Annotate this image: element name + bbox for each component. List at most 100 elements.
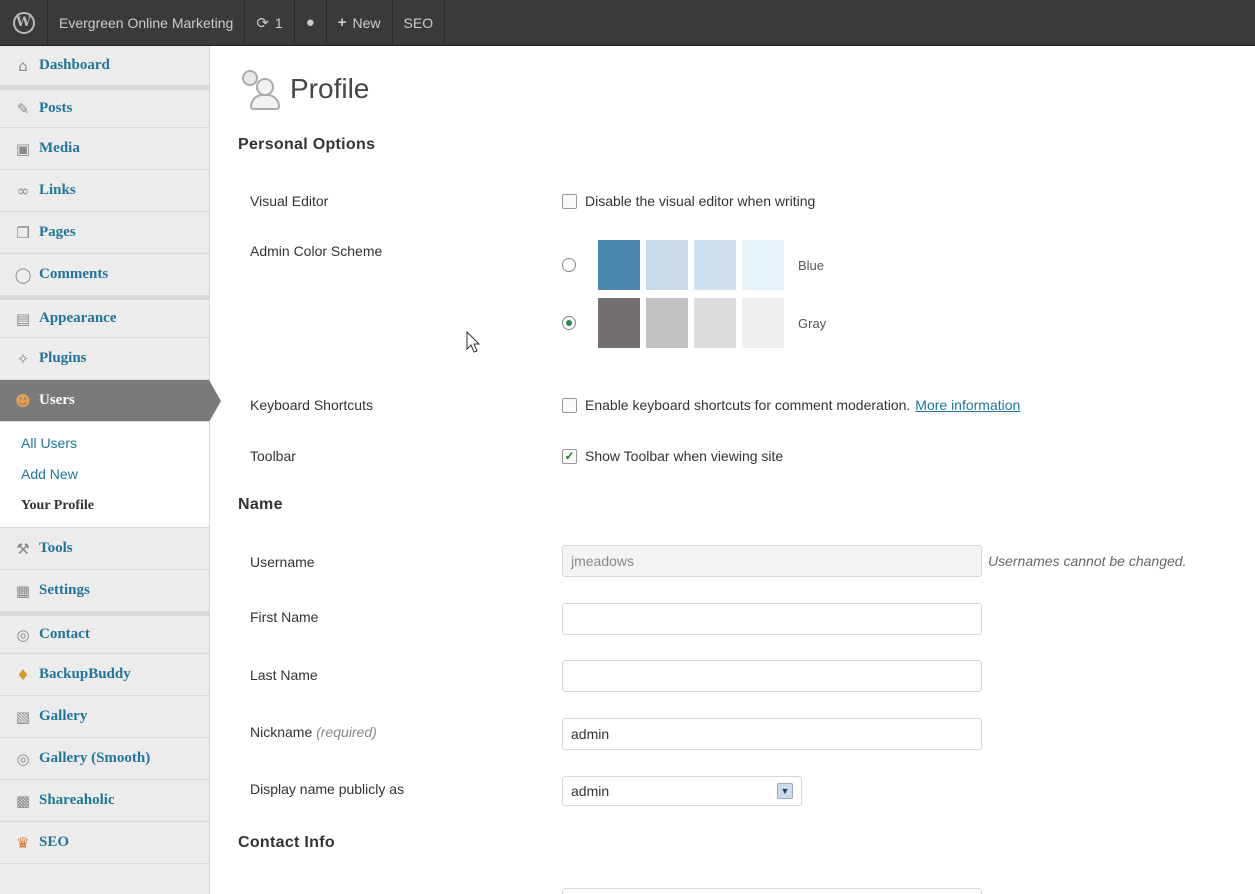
required-note: (required) [316, 724, 377, 740]
color-scheme-blue-row[interactable]: Blue [562, 240, 824, 290]
sidebar-item-links[interactable]: ∞ Links [0, 170, 209, 212]
toolbar-label: Toolbar [250, 448, 296, 464]
first-name-label: First Name [250, 609, 319, 625]
gray-swatch [742, 298, 784, 348]
gallery-smooth-icon: ◎ [16, 749, 30, 768]
username-field: jmeadows Usernames cannot be changed. [562, 545, 1186, 577]
settings-icon: ▦ [15, 581, 31, 600]
display-name-field: admin ▼ [562, 776, 802, 806]
sidebar-item-media[interactable]: ▣ Media [0, 128, 209, 170]
more-information-link[interactable]: More information [915, 397, 1020, 413]
email-input[interactable] [562, 888, 982, 894]
sidebar-item-seo[interactable]: ♛ SEO [0, 822, 209, 864]
profile-icon [238, 68, 280, 110]
pages-icon: ❐ [16, 223, 30, 242]
comment-bubble-icon: ● [305, 14, 315, 31]
sidebar-item-backupbuddy[interactable]: ♦ BackupBuddy [0, 654, 209, 696]
display-name-label: Display name publicly as [250, 781, 405, 797]
comments-button[interactable]: ● [295, 0, 327, 46]
sidebar-item-dashboard[interactable]: ⌂ Dashboard [0, 46, 209, 86]
sidebar-item-users[interactable]: ☻ Users [0, 380, 221, 422]
chevron-down-icon: ▼ [777, 783, 793, 799]
pin-icon: ✎ [16, 99, 30, 118]
sidebar-item-shareaholic[interactable]: ▩ Shareaholic [0, 780, 209, 822]
nickname-input[interactable]: admin [562, 718, 982, 750]
blue-swatch [598, 240, 640, 290]
admin-sidebar: ⌂ Dashboard ✎ Posts ▣ Media ∞ Links ❐ Pa… [0, 46, 221, 894]
gray-scheme-name: Gray [798, 315, 827, 331]
shareaholic-icon: ▩ [15, 791, 31, 810]
comment-icon: ◯ [14, 265, 32, 284]
nickname-field: admin [562, 718, 982, 750]
sidebar-item-contact[interactable]: ◎ Contact [0, 612, 209, 654]
sidebar-item-comments[interactable]: ◯ Comments [0, 254, 209, 296]
nickname-label: Nickname (required) [250, 724, 377, 740]
updates-button[interactable]: ⟳ 1 [245, 0, 295, 46]
new-content-button[interactable]: + New [327, 0, 393, 46]
seo-toolbar-button[interactable]: SEO [393, 0, 446, 46]
email-field [562, 888, 982, 894]
sidebar-item-settings[interactable]: ▦ Settings [0, 570, 209, 612]
sidebar-item-plugins[interactable]: ✧ Plugins [0, 338, 209, 380]
username-hint: Usernames cannot be changed. [988, 553, 1187, 569]
last-name-label: Last Name [250, 667, 318, 683]
sidebar-item-tools[interactable]: ⚒ Tools [0, 528, 209, 570]
toolbar-checkbox[interactable]: ✓ [562, 448, 577, 464]
appearance-icon: ▤ [15, 309, 31, 328]
blue-swatch [742, 240, 784, 290]
plus-icon: + [337, 14, 347, 31]
last-name-input[interactable] [562, 660, 982, 692]
sidebar-item-pages[interactable]: ❐ Pages [0, 212, 209, 254]
users-submenu: All Users Add New Your Profile [0, 422, 209, 528]
sidebar-item-posts[interactable]: ✎ Posts [0, 86, 209, 128]
name-heading: Name [238, 496, 283, 513]
submenu-your-profile[interactable]: Your Profile [0, 490, 209, 521]
blue-swatch [694, 240, 736, 290]
last-name-field [562, 660, 982, 692]
first-name-input[interactable] [562, 603, 982, 635]
username-label: Username [250, 554, 315, 570]
sidebar-item-gallery-smooth[interactable]: ◎ Gallery (Smooth) [0, 738, 209, 780]
color-scheme-label: Admin Color Scheme [250, 243, 383, 259]
page-title-area: Profile [238, 68, 369, 110]
media-icon: ▣ [15, 139, 31, 158]
gallery-icon: ▧ [15, 707, 31, 726]
personal-options-heading: Personal Options [238, 136, 376, 153]
username-input[interactable]: jmeadows [562, 545, 982, 577]
sidebar-item-gallery[interactable]: ▧ Gallery [0, 696, 209, 738]
site-name-link[interactable]: Evergreen Online Marketing [48, 0, 246, 46]
backupbuddy-icon: ♦ [16, 665, 30, 684]
toolbar-field: ✓ Show Toolbar when viewing site [562, 448, 783, 464]
wordpress-logo-icon[interactable]: W [0, 0, 48, 46]
keyboard-shortcuts-field: Enable keyboard shortcuts for comment mo… [562, 397, 1020, 413]
color-scheme-gray-radio[interactable] [562, 316, 576, 330]
color-scheme-gray-row[interactable]: Gray [562, 298, 826, 348]
visual-editor-checkbox[interactable] [562, 193, 577, 209]
contact-info-heading: Contact Info [238, 834, 335, 851]
visual-editor-field: Disable the visual editor when writing [562, 193, 815, 209]
refresh-icon: ⟳ [256, 14, 269, 32]
keyboard-shortcuts-checkbox[interactable] [562, 397, 577, 413]
plugin-icon: ✧ [16, 349, 30, 368]
seo-icon: ♛ [16, 833, 30, 852]
main-content: Profile Personal Options Visual Editor D… [210, 46, 1255, 894]
link-icon: ∞ [16, 181, 30, 200]
blue-swatch [646, 240, 688, 290]
submenu-add-new[interactable]: Add New [0, 459, 209, 490]
gray-swatch [694, 298, 736, 348]
blue-scheme-name: Blue [798, 257, 825, 273]
gray-swatch [598, 298, 640, 348]
submenu-all-users[interactable]: All Users [0, 428, 209, 459]
gray-swatch [646, 298, 688, 348]
display-name-select[interactable]: admin ▼ [562, 776, 802, 806]
tools-icon: ⚒ [16, 539, 30, 558]
sidebar-item-appearance[interactable]: ▤ Appearance [0, 296, 209, 338]
color-scheme-blue-radio[interactable] [562, 258, 576, 272]
first-name-field [562, 603, 982, 635]
visual-editor-label: Visual Editor [250, 193, 329, 209]
home-icon: ⌂ [18, 56, 28, 75]
admin-toolbar: W Evergreen Online Marketing ⟳ 1 ● + New… [0, 0, 1255, 46]
contact-icon: ◎ [16, 625, 30, 644]
mouse-pointer-icon [466, 331, 481, 353]
users-icon: ☻ [15, 391, 31, 410]
